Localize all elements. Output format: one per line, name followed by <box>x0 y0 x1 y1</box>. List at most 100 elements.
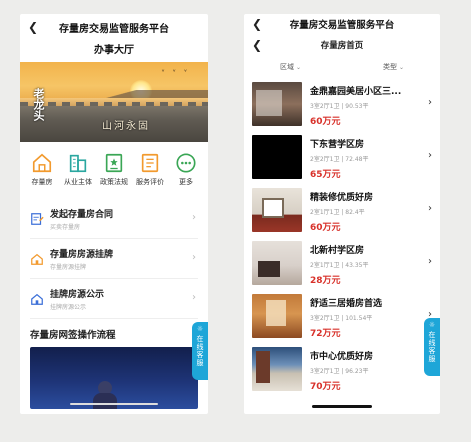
filter-bar: 区域 ⌄ 类型 ⌄ <box>244 56 440 78</box>
entry-label: 更多 <box>179 178 193 186</box>
listing-item[interactable]: 舒适三居婚房首选 3室2厅1卫 | 101.54平 72万元 › <box>244 294 440 346</box>
filter-label: 类型 <box>382 63 397 71</box>
back-button[interactable]: ❮ <box>250 16 264 32</box>
listing-title: 市中心优质好房 <box>310 352 374 362</box>
chevron-right-icon: › <box>192 252 196 263</box>
menu-item-title: 发起存量房合同 <box>50 209 114 220</box>
listing-title: 金鼎嘉园美居小区三... <box>310 87 402 97</box>
online-service-tab[interactable]: ☼ 在线客服 <box>424 318 440 376</box>
banner-image[interactable]: ᵛ ᵛ ᵛ 老龙头 山河永固 <box>20 62 208 142</box>
listing-photo <box>252 135 302 179</box>
quick-entry-row: 存量房 从业主体 政策法规 服务评价 更多 <box>20 142 208 193</box>
entry-agents[interactable]: 从业主体 <box>60 152 96 187</box>
top-bar: ❮ 存量房交易监管服务平台 <box>20 14 208 40</box>
entry-label: 存量房 <box>31 178 53 186</box>
chevron-right-icon: › <box>192 212 196 223</box>
chevron-right-icon: › <box>428 203 432 214</box>
video-progress-bar[interactable] <box>70 403 158 405</box>
listing-title: 北新村学区房 <box>310 246 365 256</box>
entry-label: 政策法规 <box>100 178 128 186</box>
listing-meta: 3室2厅1卫 | 96.23平 <box>310 368 369 375</box>
house-publicity-icon <box>31 293 43 305</box>
phone-screen-service-hall: ❮ 存量房交易监管服务平台 办事大厅 ᵛ ᵛ ᵛ 老龙头 山河永固 存量房 从业… <box>20 14 208 414</box>
section-title: 存量房网签操作流程 <box>30 330 116 341</box>
listing-price: 28万元 <box>310 276 341 286</box>
listing-item[interactable]: 金鼎嘉园美居小区三... 3室2厅1卫 | 90.53平 60万元 › <box>244 82 440 134</box>
filter-region[interactable]: 区域 ⌄ <box>280 62 301 72</box>
listing-meta: 2室1厅1卫 | 82.4平 <box>310 209 365 216</box>
listing-title: 舒适三居婚房首选 <box>310 299 383 309</box>
contract-edit-icon <box>31 212 44 225</box>
app-title: 存量房交易监管服务平台 <box>59 23 169 35</box>
house-listing-icon <box>31 253 43 265</box>
chat-icon: ☼ <box>196 325 204 333</box>
back-button[interactable]: ❮ <box>26 19 40 35</box>
online-service-tab[interactable]: ☼ 在线客服 <box>192 322 208 380</box>
listing-photo <box>252 241 302 285</box>
more-icon <box>176 153 196 173</box>
chat-icon: ☼ <box>428 321 436 329</box>
listing-meta: 2室1厅1卫 | 43.35平 <box>310 262 369 269</box>
home-indicator <box>312 405 372 408</box>
menu-item-title: 挂牌房源公示 <box>50 289 105 300</box>
page-title: 办事大厅 <box>94 45 134 56</box>
listing-photo <box>252 188 302 232</box>
listing-photo <box>252 294 302 338</box>
back-button[interactable]: ❮ <box>250 37 264 53</box>
menu-item-desc: 挂牌房源公示 <box>50 303 87 311</box>
policy-icon <box>105 153 123 173</box>
listing-meta: 2室2厅1卫 | 72.48平 <box>310 156 369 163</box>
listing-price: 60万元 <box>310 223 341 233</box>
listing-photo <box>252 82 302 126</box>
banner-calligraphy: 老龙头 <box>32 88 45 121</box>
listing-price: 72万元 <box>310 329 341 339</box>
service-menu: 发起存量房合同 买卖存量房 › 存量房房源挂牌 存量房源挂牌 › 挂牌房源公示 … <box>20 199 208 319</box>
evaluation-icon <box>141 153 159 173</box>
menu-item-listing[interactable]: 存量房房源挂牌 存量房源挂牌 › <box>30 239 198 279</box>
filter-type[interactable]: 类型 ⌄ <box>383 62 404 72</box>
chevron-right-icon: › <box>192 292 196 303</box>
menu-item-desc: 存量房源挂牌 <box>50 263 87 271</box>
menu-item-publicity[interactable]: 挂牌房源公示 挂牌房源公示 › <box>30 279 198 319</box>
online-service-label: 在线客服 <box>428 331 436 363</box>
listing-item[interactable]: 下东营学区房 2室2厅1卫 | 72.48平 65万元 › <box>244 135 440 187</box>
online-service-label: 在线客服 <box>196 335 204 367</box>
entry-house[interactable]: 存量房 <box>24 152 60 187</box>
chevron-down-icon: ⌄ <box>296 63 302 71</box>
chevron-right-icon: › <box>428 256 432 267</box>
listing-title: 下东营学区房 <box>310 140 365 150</box>
listing-item[interactable]: 北新村学区房 2室1厅1卫 | 43.35平 28万元 › <box>244 241 440 293</box>
process-video-thumbnail[interactable] <box>30 347 198 409</box>
entry-evaluation[interactable]: 服务评价 <box>132 152 168 187</box>
chevron-down-icon: ⌄ <box>398 63 404 71</box>
listing-meta: 3室2厅1卫 | 101.54平 <box>310 315 373 322</box>
chevron-right-icon: › <box>428 150 432 161</box>
menu-item-desc: 买卖存量房 <box>50 223 81 231</box>
chevron-right-icon: › <box>428 97 432 108</box>
listing-title: 精装修优质好房 <box>310 193 374 203</box>
filter-label: 区域 <box>280 63 294 71</box>
sub-header: ❮ 存量房首页 <box>244 34 440 56</box>
birds: ᵛ ᵛ ᵛ <box>161 68 190 76</box>
phone-screen-listings: ❮ 存量房交易监管服务平台 ❮ 存量房首页 区域 ⌄ 类型 ⌄ 金鼎嘉园美居小区… <box>244 14 440 414</box>
listing-price: 60万元 <box>310 117 341 127</box>
listing-price: 70万元 <box>310 382 341 392</box>
entry-policy[interactable]: 政策法规 <box>96 152 132 187</box>
entry-label: 服务评价 <box>136 178 164 186</box>
listing-list: 金鼎嘉园美居小区三... 3室2厅1卫 | 90.53平 60万元 › 下东营学… <box>244 82 440 399</box>
listing-meta: 3室2厅1卫 | 90.53平 <box>310 103 369 110</box>
buildings-icon <box>69 154 87 173</box>
listing-price: 65万元 <box>310 170 341 180</box>
house-icon <box>32 153 52 173</box>
entry-label: 从业主体 <box>64 178 92 186</box>
menu-item-title: 存量房房源挂牌 <box>50 249 114 260</box>
presenter-body <box>93 393 117 409</box>
listing-item[interactable]: 市中心优质好房 3室2厅1卫 | 96.23平 70万元 › <box>244 347 440 399</box>
app-title: 存量房交易监管服务平台 <box>289 20 395 31</box>
page-title: 存量房首页 <box>320 41 364 51</box>
top-bar: ❮ 存量房交易监管服务平台 <box>244 14 440 34</box>
listing-item[interactable]: 精装修优质好房 2室1厅1卫 | 82.4平 60万元 › <box>244 188 440 240</box>
menu-item-start-contract[interactable]: 发起存量房合同 买卖存量房 › <box>30 199 198 239</box>
entry-more[interactable]: 更多 <box>168 152 204 187</box>
listing-photo <box>252 347 302 391</box>
